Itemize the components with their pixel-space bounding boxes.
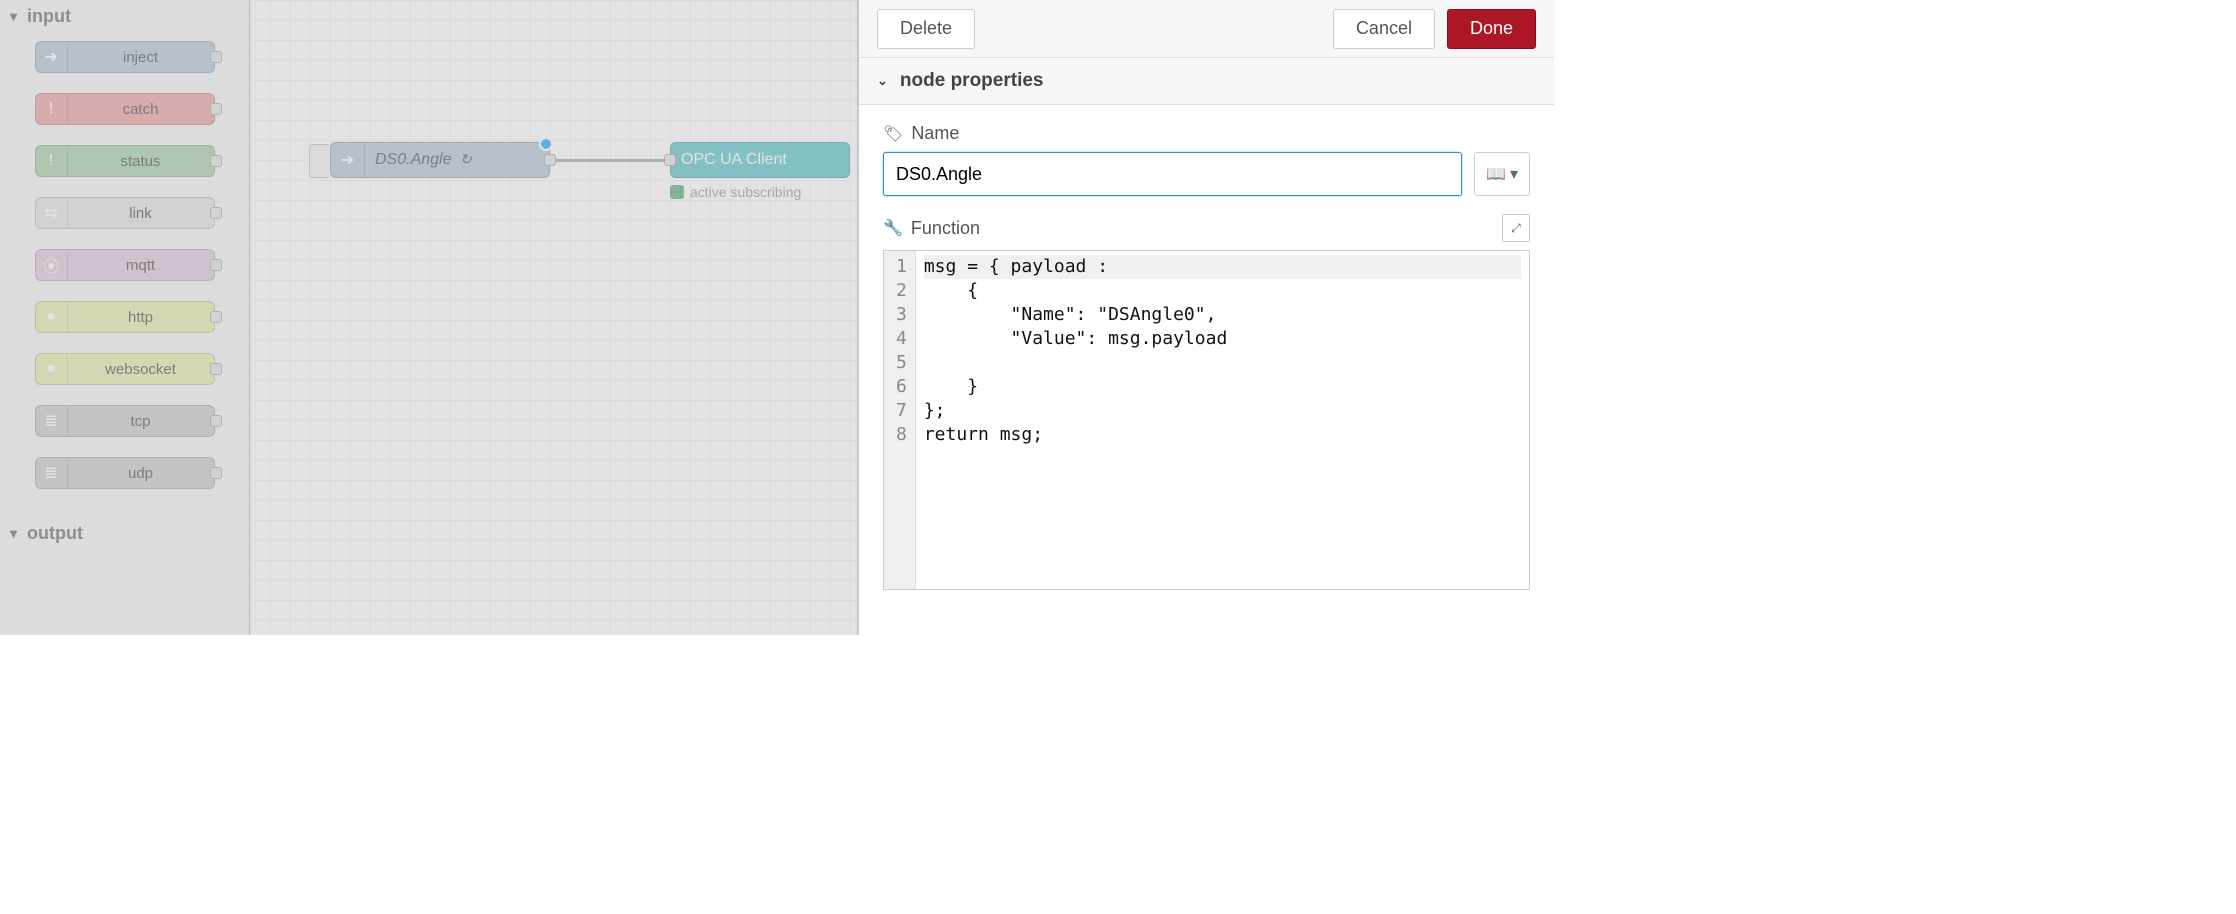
section-title: node properties [900, 70, 1044, 92]
bars-icon: ≣ [36, 458, 68, 488]
alert-icon: ! [36, 146, 68, 176]
palette-node-label: tcp [68, 413, 214, 430]
palette-node-udp[interactable]: ≣udp [35, 457, 215, 489]
palette-port [210, 103, 222, 115]
chevron-down-icon: ▾ [1510, 164, 1518, 184]
wire [550, 159, 670, 162]
palette-port [210, 155, 222, 167]
link-icon: ⇆ [36, 198, 68, 228]
node-editor-panel: Delete Cancel Done ⌄ node properties 🏷 N… [858, 0, 1554, 635]
arrow-right-icon: ➔ [331, 143, 365, 177]
palette-node-catch[interactable]: !catch [35, 93, 215, 125]
name-input[interactable] [883, 152, 1462, 196]
bars-icon: ≣ [36, 406, 68, 436]
palette-category-output[interactable]: ▾ output [0, 517, 249, 550]
node-port-in[interactable] [664, 154, 676, 166]
flow-canvas[interactable]: ➔ DS0.Angle ↻ OPC UA Client active subsc… [250, 0, 858, 635]
inject-button[interactable] [309, 144, 329, 178]
palette-node-label: udp [68, 465, 214, 482]
chevron-down-icon: ▾ [10, 525, 17, 542]
palette-port [210, 363, 222, 375]
palette-sidebar: ▾ input ➔inject!catch!status⇆link⦿mqtt●h… [0, 0, 250, 635]
palette-node-inject[interactable]: ➔inject [35, 41, 215, 73]
node-status: active subscribing [670, 184, 801, 200]
palette-node-label: websocket [68, 361, 214, 378]
palette-category-input[interactable]: ▾ input [0, 0, 249, 33]
palette-node-http[interactable]: ●http [35, 301, 215, 333]
editor-toolbar: Delete Cancel Done [859, 0, 1554, 58]
flow-node-inject[interactable]: ➔ DS0.Angle ↻ [330, 142, 550, 178]
wrench-icon: 🔧 [883, 218, 903, 238]
node-changed-indicator [539, 137, 553, 151]
status-dot-icon [670, 185, 684, 199]
arrow-right-icon: ➔ [36, 42, 68, 72]
section-node-properties[interactable]: ⌄ node properties [859, 58, 1554, 105]
globe-icon: ● [36, 354, 68, 384]
palette-node-websocket[interactable]: ●websocket [35, 353, 215, 385]
palette-node-label: mqtt [68, 257, 214, 274]
book-icon: 📖 [1486, 164, 1506, 184]
palette-node-mqtt[interactable]: ⦿mqtt [35, 249, 215, 281]
flow-node-label: DS0.Angle ↻ [365, 151, 482, 169]
code-gutter: 12345678 [884, 251, 916, 589]
alert-icon: ! [36, 94, 68, 124]
function-field-label: 🔧 Function [883, 218, 980, 239]
code-content[interactable]: msg = { payload : { "Name": "DSAngle0", … [916, 251, 1529, 589]
refresh-icon: ↻ [460, 151, 472, 167]
node-status-text: active subscribing [690, 184, 801, 200]
palette-category-label: output [27, 523, 83, 544]
node-port-out[interactable] [544, 154, 556, 166]
palette-port [210, 207, 222, 219]
chevron-down-icon: ▾ [10, 8, 17, 25]
globe-icon: ● [36, 302, 68, 332]
tag-icon: 🏷 [883, 124, 903, 144]
palette-node-label: http [68, 309, 214, 326]
palette-port [210, 311, 222, 323]
palette-node-label: status [68, 153, 214, 170]
done-button[interactable]: Done [1447, 9, 1536, 49]
flow-node-opcua-client[interactable]: OPC UA Client [670, 142, 850, 178]
radio-icon: ⦿ [36, 250, 68, 280]
expand-icon: ⤢ [1511, 221, 1521, 236]
name-field-label: 🏷 Name [883, 123, 1530, 144]
function-code-editor[interactable]: 12345678 msg = { payload : { "Name": "DS… [883, 250, 1530, 590]
expand-editor-button[interactable]: ⤢ [1502, 214, 1530, 242]
palette-node-label: catch [68, 101, 214, 118]
bookmark-dropdown-button[interactable]: 📖 ▾ [1474, 152, 1530, 196]
palette-node-label: link [68, 205, 214, 222]
cancel-button[interactable]: Cancel [1333, 9, 1435, 49]
delete-button[interactable]: Delete [877, 9, 975, 49]
palette-node-status[interactable]: !status [35, 145, 215, 177]
palette-port [210, 467, 222, 479]
palette-node-label: inject [68, 49, 214, 66]
palette-port [210, 51, 222, 63]
palette-category-label: input [27, 6, 71, 27]
palette-node-tcp[interactable]: ≣tcp [35, 405, 215, 437]
chevron-down-icon: ⌄ [877, 73, 888, 89]
palette-port [210, 415, 222, 427]
palette-port [210, 259, 222, 271]
flow-node-label: OPC UA Client [671, 151, 797, 169]
palette-node-link[interactable]: ⇆link [35, 197, 215, 229]
